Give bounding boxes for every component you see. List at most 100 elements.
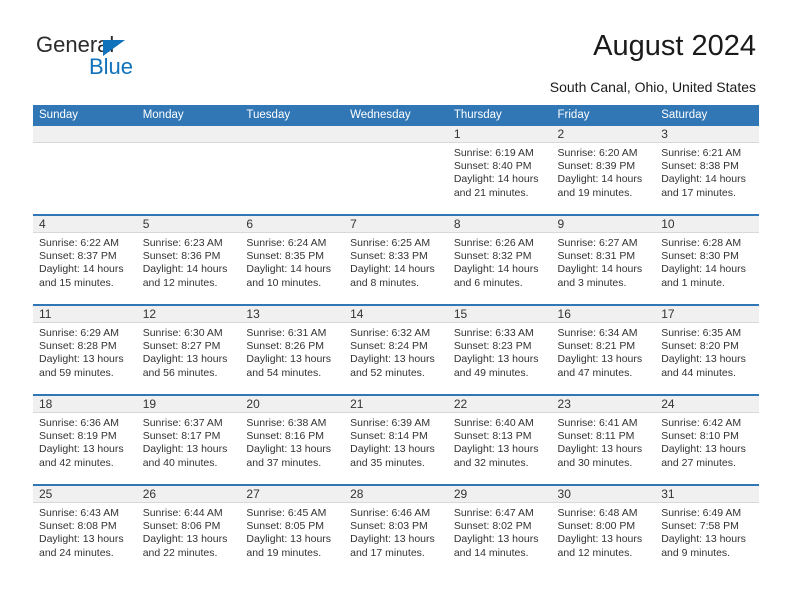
- day-number: 14: [344, 306, 448, 323]
- calendar-week-row: 1 Sunrise: 6:19 AM Sunset: 8:40 PM Daylight…: [33, 126, 759, 215]
- day-sun-info: Sunrise: 6:48 AM Sunset: 8:00 PM Daylight:…: [552, 503, 656, 560]
- calendar-day-cell[interactable]: 10 Sunrise: 6:28 AM Sunset: 8:30 PM Dayligh…: [655, 214, 759, 305]
- day-cell-content: 4 Sunrise: 6:22 AM Sunset: 8:37 PM Daylight…: [33, 216, 137, 304]
- day-number: [344, 126, 448, 143]
- sunset-text: Sunset: 7:58 PM: [661, 520, 739, 533]
- daylight-text: Daylight: 14 hours and 1 minute.: [661, 263, 746, 289]
- daylight-text: Daylight: 13 hours and 52 minutes.: [350, 353, 435, 379]
- day-number: 19: [136, 396, 241, 413]
- day-cell-content: 14 Sunrise: 6:32 AM Sunset: 8:24 PM Dayligh…: [344, 306, 448, 394]
- calendar-day-cell[interactable]: 18 Sunrise: 6:36 AM Sunset: 8:19 PM Dayligh…: [33, 394, 137, 485]
- sunset-text: Sunset: 8:20 PM: [661, 340, 739, 353]
- day-number: 21: [344, 396, 448, 413]
- calendar-day-cell[interactable]: 29 Sunrise: 6:47 AM Sunset: 8:02 PM Dayligh…: [447, 484, 552, 574]
- calendar-week-row: 18 Sunrise: 6:36 AM Sunset: 8:19 PM Dayligh…: [33, 394, 759, 485]
- calendar-day-cell[interactable]: 7 Sunrise: 6:25 AM Sunset: 8:33 PM Daylight…: [344, 214, 448, 305]
- weekday-header-friday: Friday: [551, 105, 656, 126]
- calendar-day-cell[interactable]: 25 Sunrise: 6:43 AM Sunset: 8:08 PM Dayligh…: [33, 484, 137, 574]
- general-blue-logo[interactable]: General Blue: [36, 33, 236, 89]
- day-number: 8: [447, 216, 552, 233]
- weekday-header-sunday: Sunday: [33, 105, 137, 126]
- calendar-day-cell[interactable]: 9 Sunrise: 6:27 AM Sunset: 8:31 PM Daylight…: [551, 214, 656, 305]
- sunset-text: Sunset: 8:17 PM: [142, 430, 221, 443]
- day-cell-content: 26 Sunrise: 6:44 AM Sunset: 8:06 PM Dayligh…: [136, 486, 241, 574]
- day-cell-content: 20 Sunrise: 6:38 AM Sunset: 8:16 PM Dayligh…: [240, 396, 345, 484]
- day-cell-content: 15 Sunrise: 6:33 AM Sunset: 8:23 PM Dayligh…: [447, 306, 552, 394]
- day-sun-info: Sunrise: 6:44 AM Sunset: 8:06 PM Daylight:…: [137, 503, 241, 560]
- sunset-text: Sunset: 8:06 PM: [142, 520, 221, 533]
- sunrise-text: Sunrise: 6:34 AM: [557, 327, 638, 339]
- calendar-day-cell[interactable]: 12 Sunrise: 6:30 AM Sunset: 8:27 PM Dayligh…: [136, 304, 241, 395]
- calendar-day-cell[interactable]: 5 Sunrise: 6:23 AM Sunset: 8:36 PM Daylight…: [136, 214, 241, 305]
- weekday-header-monday: Monday: [136, 105, 241, 126]
- calendar-day-cell[interactable]: 21 Sunrise: 6:39 AM Sunset: 8:14 PM Dayligh…: [344, 394, 448, 485]
- weekday-header-saturday: Saturday: [655, 105, 759, 126]
- daylight-text: Daylight: 14 hours and 8 minutes.: [350, 263, 435, 289]
- day-sun-info: Sunrise: 6:23 AM Sunset: 8:36 PM Daylight:…: [137, 233, 241, 290]
- sunset-text: Sunset: 8:14 PM: [350, 430, 428, 443]
- sunrise-text: Sunrise: 6:36 AM: [39, 417, 119, 429]
- sunset-text: Sunset: 8:10 PM: [661, 430, 739, 443]
- day-cell-content: 27 Sunrise: 6:45 AM Sunset: 8:05 PM Dayligh…: [240, 486, 345, 574]
- calendar-day-cell[interactable]: 17 Sunrise: 6:35 AM Sunset: 8:20 PM Dayligh…: [655, 304, 759, 395]
- calendar-day-cell: [136, 126, 241, 215]
- day-number: 2: [551, 126, 656, 143]
- day-sun-info: Sunrise: 6:29 AM Sunset: 8:28 PM Daylight:…: [33, 323, 137, 380]
- calendar-day-cell[interactable]: 20 Sunrise: 6:38 AM Sunset: 8:16 PM Dayligh…: [240, 394, 345, 485]
- day-cell-content: 12 Sunrise: 6:30 AM Sunset: 8:27 PM Dayligh…: [136, 306, 241, 394]
- daylight-text: Daylight: 13 hours and 14 minutes.: [453, 533, 539, 559]
- calendar-day-cell[interactable]: 4 Sunrise: 6:22 AM Sunset: 8:37 PM Daylight…: [33, 214, 137, 305]
- calendar-day-cell[interactable]: 6 Sunrise: 6:24 AM Sunset: 8:35 PM Daylight…: [240, 214, 345, 305]
- calendar-day-cell[interactable]: 30 Sunrise: 6:48 AM Sunset: 8:00 PM Dayligh…: [551, 484, 656, 574]
- calendar-day-cell[interactable]: 31 Sunrise: 6:49 AM Sunset: 7:58 PM Dayligh…: [655, 484, 759, 574]
- day-cell-content: 11 Sunrise: 6:29 AM Sunset: 8:28 PM Dayligh…: [33, 306, 137, 394]
- day-number: 30: [551, 486, 656, 503]
- day-cell-content: 10 Sunrise: 6:28 AM Sunset: 8:30 PM Dayligh…: [655, 216, 759, 304]
- calendar-day-cell[interactable]: 16 Sunrise: 6:34 AM Sunset: 8:21 PM Dayligh…: [551, 304, 656, 395]
- calendar-day-cell[interactable]: 23 Sunrise: 6:41 AM Sunset: 8:11 PM Dayligh…: [551, 394, 656, 485]
- calendar-day-cell[interactable]: 3 Sunrise: 6:21 AM Sunset: 8:38 PM Daylight…: [655, 126, 759, 215]
- daylight-text: Daylight: 13 hours and 19 minutes.: [246, 533, 332, 559]
- day-sun-info: Sunrise: 6:49 AM Sunset: 7:58 PM Daylight:…: [655, 503, 759, 560]
- day-number: 13: [240, 306, 345, 323]
- daylight-text: Daylight: 14 hours and 6 minutes.: [453, 263, 539, 289]
- calendar-day-cell[interactable]: 15 Sunrise: 6:33 AM Sunset: 8:23 PM Dayligh…: [447, 304, 552, 395]
- day-cell-content: 30 Sunrise: 6:48 AM Sunset: 8:00 PM Dayligh…: [551, 486, 656, 574]
- calendar-day-cell[interactable]: 22 Sunrise: 6:40 AM Sunset: 8:13 PM Dayligh…: [447, 394, 552, 485]
- calendar-day-cell[interactable]: 2 Sunrise: 6:20 AM Sunset: 8:39 PM Daylight…: [551, 126, 656, 215]
- sunset-text: Sunset: 8:32 PM: [453, 250, 532, 263]
- sunset-text: Sunset: 8:28 PM: [39, 340, 117, 353]
- calendar-day-cell[interactable]: 8 Sunrise: 6:26 AM Sunset: 8:32 PM Daylight…: [447, 214, 552, 305]
- day-sun-info: Sunrise: 6:34 AM Sunset: 8:21 PM Daylight:…: [552, 323, 656, 380]
- day-cell-content: 3 Sunrise: 6:21 AM Sunset: 8:38 PM Daylight…: [655, 126, 759, 214]
- daylight-text: Daylight: 14 hours and 3 minutes.: [557, 263, 643, 289]
- daylight-text: Daylight: 13 hours and 37 minutes.: [246, 443, 332, 469]
- calendar-day-cell[interactable]: 14 Sunrise: 6:32 AM Sunset: 8:24 PM Dayligh…: [344, 304, 448, 395]
- daylight-text: Daylight: 13 hours and 22 minutes.: [142, 533, 228, 559]
- calendar-page: General Blue August 2024 South Canal, Oh…: [0, 0, 792, 612]
- day-number: 17: [655, 306, 759, 323]
- calendar-day-cell[interactable]: 13 Sunrise: 6:31 AM Sunset: 8:26 PM Dayligh…: [240, 304, 345, 395]
- sunrise-text: Sunrise: 6:39 AM: [350, 417, 431, 429]
- calendar-day-cell[interactable]: 19 Sunrise: 6:37 AM Sunset: 8:17 PM Dayligh…: [136, 394, 241, 485]
- calendar-day-cell: [240, 126, 345, 215]
- calendar-day-cell[interactable]: 24 Sunrise: 6:42 AM Sunset: 8:10 PM Dayligh…: [655, 394, 759, 485]
- sunset-text: Sunset: 8:26 PM: [246, 340, 325, 353]
- day-number: 23: [551, 396, 656, 413]
- calendar-day-cell[interactable]: 28 Sunrise: 6:46 AM Sunset: 8:03 PM Dayligh…: [344, 484, 448, 574]
- sunset-text: Sunset: 8:11 PM: [557, 430, 635, 443]
- sunrise-text: Sunrise: 6:21 AM: [661, 147, 742, 159]
- calendar-day-cell[interactable]: 1 Sunrise: 6:19 AM Sunset: 8:40 PM Daylight…: [447, 126, 552, 215]
- sunrise-text: Sunrise: 6:43 AM: [39, 507, 119, 519]
- calendar-day-cell[interactable]: 11 Sunrise: 6:29 AM Sunset: 8:28 PM Dayligh…: [33, 304, 137, 395]
- sunset-text: Sunset: 8:38 PM: [661, 160, 739, 173]
- daylight-text: Daylight: 13 hours and 24 minutes.: [39, 533, 124, 559]
- daylight-text: Daylight: 13 hours and 27 minutes.: [661, 443, 746, 469]
- sunset-text: Sunset: 8:31 PM: [557, 250, 636, 263]
- day-cell-content: 9 Sunrise: 6:27 AM Sunset: 8:31 PM Daylight…: [551, 216, 656, 304]
- calendar-day-cell[interactable]: 26 Sunrise: 6:44 AM Sunset: 8:06 PM Dayligh…: [136, 484, 241, 574]
- sunrise-text: Sunrise: 6:29 AM: [39, 327, 119, 339]
- day-number: 29: [447, 486, 552, 503]
- day-cell-content: 19 Sunrise: 6:37 AM Sunset: 8:17 PM Dayligh…: [136, 396, 241, 484]
- calendar-day-cell[interactable]: 27 Sunrise: 6:45 AM Sunset: 8:05 PM Dayligh…: [240, 484, 345, 574]
